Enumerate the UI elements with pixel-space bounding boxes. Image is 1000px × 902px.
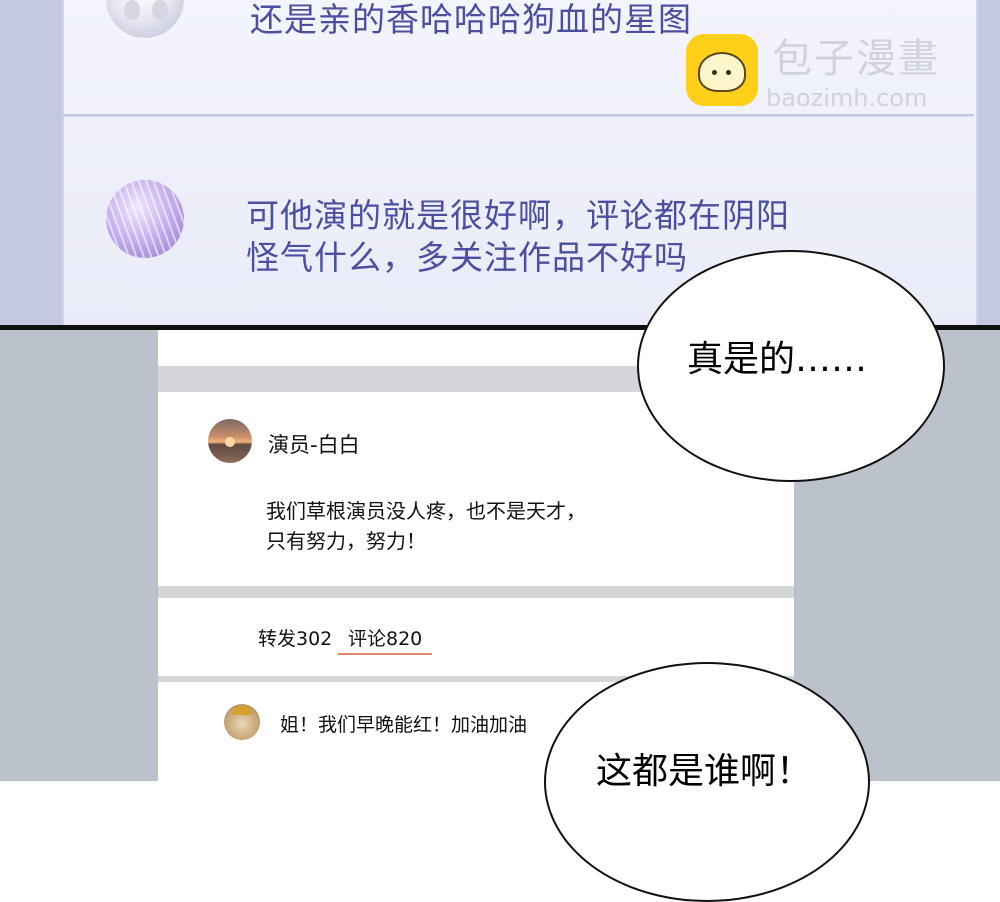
- bun-shape: [698, 52, 746, 92]
- dog-ear: [152, 0, 168, 20]
- comment-1-text: 还是亲的香哈哈哈狗血的星图: [250, 0, 692, 39]
- watermark-domain: baozimh.com: [766, 84, 928, 112]
- sunset-avatar[interactable]: [208, 419, 252, 463]
- lavender-avatar[interactable]: [106, 180, 184, 258]
- dog-ear: [124, 0, 140, 20]
- sun-shape: [225, 437, 235, 447]
- speech-bubble-2: 这都是谁啊！: [544, 662, 870, 902]
- comment-2-line-2: 怪气什么，多关注作品不好吗: [246, 238, 688, 277]
- active-tab-underline: [338, 653, 432, 655]
- speech-bubble-1: 真是的……: [637, 250, 945, 482]
- tab-comment[interactable]: 评论820: [348, 624, 422, 654]
- speech-bubble-1-text: 真是的……: [687, 339, 868, 380]
- cat-hat: [232, 706, 252, 715]
- bun-eye: [726, 70, 731, 75]
- post-body-line-1: 我们草根演员没人疼，也不是天才，: [266, 499, 586, 523]
- baozi-logo-icon: [686, 34, 758, 106]
- cat-avatar[interactable]: [224, 704, 260, 740]
- speech-bubble-2-text: 这都是谁啊！: [596, 751, 813, 792]
- bun-eye: [712, 70, 717, 75]
- card-gap-bar: [158, 586, 794, 598]
- tab-repost[interactable]: 转发302: [258, 624, 332, 654]
- watermark-name: 包子漫畫: [772, 36, 940, 82]
- post-body-line-2: 只有努力，努力！: [266, 529, 426, 553]
- comment-2-line-1: 可他演的就是很好啊，评论都在阴阳: [246, 196, 790, 235]
- comment-divider: [62, 114, 974, 117]
- post-author[interactable]: 演员-白白: [268, 430, 360, 460]
- reply-text: 姐！我们早晚能红！加油加油: [280, 714, 528, 736]
